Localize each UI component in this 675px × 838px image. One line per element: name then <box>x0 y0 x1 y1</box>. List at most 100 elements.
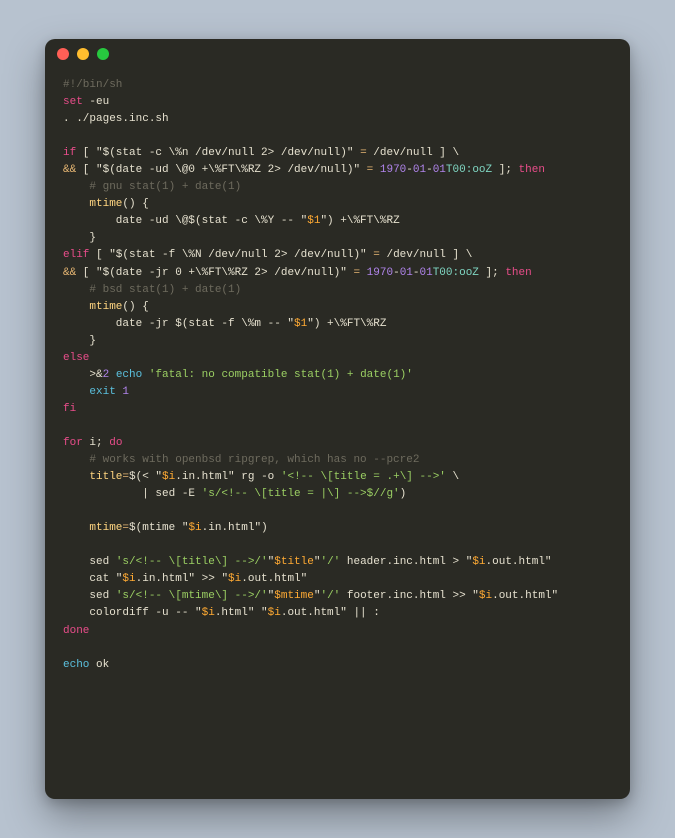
text: sed <box>63 590 116 602</box>
var: $i <box>202 607 215 619</box>
string: 's/<!-- \[title\] -->/' <box>116 556 268 568</box>
string: 'fatal: no compatible stat(1) + date(1)' <box>142 369 413 381</box>
num: 01 <box>433 164 446 176</box>
comment: # works with openbsd ripgrep, which has … <box>63 454 419 466</box>
text: | sed -E <box>63 488 202 500</box>
var: $i <box>122 573 135 585</box>
text: .in.html" rg -o <box>175 471 281 483</box>
var: $i <box>228 573 241 585</box>
window-titlebar <box>45 39 630 69</box>
var: $i <box>268 607 281 619</box>
text: [ "$(stat -f \%N /dev/null 2> /dev/null)… <box>89 249 373 261</box>
text: ") +\%FT\%RZ <box>307 318 386 330</box>
text: /dev/null ] \ <box>380 249 472 261</box>
num: 1 <box>122 386 129 398</box>
text: colordiff -u -- " <box>63 607 202 619</box>
text: [ "$(date -ud \@0 +\%FT\%RZ 2> /dev/null… <box>76 164 366 176</box>
text: - <box>413 267 420 279</box>
builtin-exit: exit <box>89 386 115 398</box>
var: $i <box>472 556 485 568</box>
text: $(< " <box>129 471 162 483</box>
kw-then: then <box>519 164 545 176</box>
shebang: #!/bin/sh <box>63 79 122 91</box>
text: } <box>63 335 96 347</box>
text: } <box>63 232 96 244</box>
text <box>63 522 89 534</box>
text <box>109 369 116 381</box>
terminal-window: #!/bin/sh set -eu . ./pages.inc.sh if [ … <box>45 39 630 799</box>
comment: # bsd stat(1) + date(1) <box>63 284 241 296</box>
maximize-icon[interactable] <box>97 48 109 60</box>
kw-for: for <box>63 437 83 449</box>
var: $1 <box>294 318 307 330</box>
text: ok <box>89 659 109 671</box>
text: ]; <box>479 267 505 279</box>
text: ) <box>400 488 407 500</box>
op-eq: = <box>373 249 380 261</box>
text: ]; <box>492 164 518 176</box>
var: $i <box>188 522 201 534</box>
text: footer.inc.html >> " <box>340 590 479 602</box>
text: .html" " <box>215 607 268 619</box>
var: $i <box>162 471 175 483</box>
text: - <box>406 164 413 176</box>
text: .in.html") <box>202 522 268 534</box>
var-name: title <box>89 471 122 483</box>
kw-set: set <box>63 96 83 108</box>
text: T00: <box>446 164 472 176</box>
var-name: mtime <box>89 522 122 534</box>
text: . ./pages.inc.sh <box>63 113 169 125</box>
string: '/' <box>320 590 340 602</box>
string: '/' <box>320 556 340 568</box>
text: sed <box>63 556 116 568</box>
text: () { <box>122 198 148 210</box>
text: date -jr $(stat -f \%m -- " <box>63 318 294 330</box>
builtin-echo: echo <box>116 369 142 381</box>
var: $mtime <box>274 590 314 602</box>
num: 01 <box>413 164 426 176</box>
text: >& <box>63 369 103 381</box>
op-and: && <box>63 267 76 279</box>
text: /dev/null ] \ <box>367 147 459 159</box>
kw-fi: fi <box>63 403 76 415</box>
text: $(mtime " <box>129 522 188 534</box>
num: 1970 <box>367 267 393 279</box>
minimize-icon[interactable] <box>77 48 89 60</box>
text: header.inc.html > " <box>340 556 472 568</box>
text: - <box>426 164 433 176</box>
text: .out.html" <box>486 556 552 568</box>
text: .out.html" <box>492 590 558 602</box>
kw-done: done <box>63 625 89 637</box>
text <box>360 267 367 279</box>
text: \ <box>446 471 459 483</box>
text: cat " <box>63 573 122 585</box>
fn-name: mtime <box>63 198 122 210</box>
text: [ "$(stat -c \%n /dev/null 2> /dev/null)… <box>76 147 360 159</box>
num: 01 <box>420 267 433 279</box>
var: $i <box>479 590 492 602</box>
close-icon[interactable] <box>57 48 69 60</box>
kw-if: if <box>63 147 76 159</box>
text: -eu <box>83 96 109 108</box>
text: .out.html" <box>241 573 307 585</box>
fn-name: mtime <box>63 301 122 313</box>
builtin-echo: echo <box>63 659 89 671</box>
string: 's/<!-- \[mtime\] -->/' <box>116 590 268 602</box>
text: T00: <box>433 267 459 279</box>
string: 's/<!-- \[title = |\] -->$//g' <box>202 488 400 500</box>
text: - <box>393 267 400 279</box>
var: $1 <box>307 215 320 227</box>
text: () { <box>122 301 148 313</box>
text <box>63 471 89 483</box>
comment: # gnu stat(1) + date(1) <box>63 181 241 193</box>
var: $title <box>274 556 314 568</box>
num: 1970 <box>380 164 406 176</box>
text <box>63 386 89 398</box>
text: date -ud \@$(stat -c \%Y -- " <box>63 215 307 227</box>
text: ooZ <box>459 267 479 279</box>
num: 01 <box>400 267 413 279</box>
text: i; <box>83 437 109 449</box>
kw-do: do <box>109 437 122 449</box>
kw-else: else <box>63 352 89 364</box>
text: .out.html" || : <box>281 607 380 619</box>
